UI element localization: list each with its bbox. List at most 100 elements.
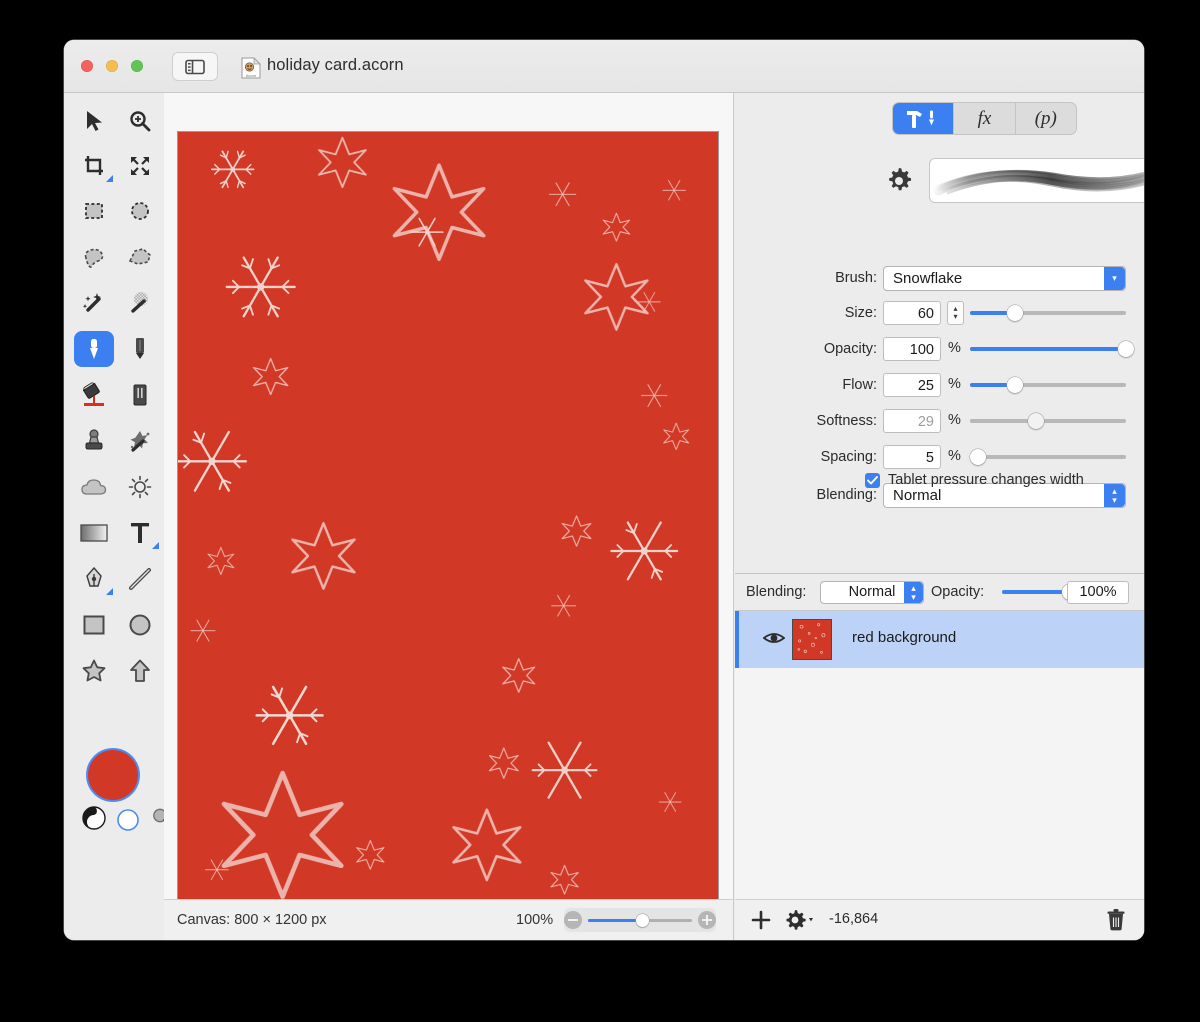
dodge-burn-tool[interactable] <box>120 469 160 505</box>
opacity-input[interactable]: 100 <box>883 337 941 361</box>
tab-palette[interactable]: (p) <box>1016 103 1076 134</box>
plus-icon[interactable] <box>749 908 773 932</box>
flow-input[interactable]: 25 <box>883 373 941 397</box>
zoom-slider-control[interactable] <box>564 908 716 932</box>
eraser-tool[interactable] <box>120 377 160 413</box>
spacing-row: Spacing: 5 % <box>735 445 1144 473</box>
line-tool[interactable] <box>120 561 160 597</box>
pencil-tool[interactable] <box>120 331 160 367</box>
spacing-slider[interactable] <box>969 449 1126 465</box>
sidebar-icon <box>185 59 205 74</box>
layer-blending-select[interactable]: Normal ▴ ▾ <box>820 581 924 604</box>
layer-opacity-value[interactable]: 100% <box>1067 581 1129 604</box>
tab-fx[interactable]: fx <box>954 103 1016 134</box>
clone-stamp-tool[interactable] <box>74 423 114 459</box>
opacity-slider-fill <box>970 347 1126 351</box>
softness-input[interactable]: 29 <box>883 409 941 433</box>
size-stepper[interactable]: ▴ ▾ <box>947 301 964 325</box>
foreground-color-swatch[interactable] <box>88 750 138 800</box>
size-label: Size: <box>844 305 877 321</box>
opacity-slider-knob[interactable] <box>1118 341 1134 357</box>
gear-dropdown-icon[interactable] <box>783 908 817 932</box>
trash-icon[interactable] <box>1106 908 1126 932</box>
instant-alpha-tool[interactable] <box>120 285 160 321</box>
zoom-tool[interactable] <box>120 103 160 139</box>
tool-variant-badge <box>106 175 113 182</box>
zoom-out-icon[interactable] <box>564 911 582 929</box>
paint-bucket-tool[interactable] <box>74 377 114 413</box>
move-tool[interactable] <box>74 103 114 139</box>
brush-select[interactable]: Snowflake ▾ <box>883 266 1126 291</box>
flow-slider-knob[interactable] <box>1007 377 1024 393</box>
size-row: Size: 60 ▴ ▾ <box>735 301 1144 329</box>
arrow-pointer-icon <box>87 111 102 131</box>
document-title: holiday card.acorn <box>267 56 404 74</box>
zoom-slider-track[interactable] <box>588 913 692 927</box>
chevron-down-icon[interactable]: ▾ <box>1104 267 1125 290</box>
softness-slider[interactable] <box>970 413 1126 429</box>
close-window-button[interactable] <box>81 60 93 72</box>
polygon-select-tool[interactable] <box>120 239 160 275</box>
opacity-row: Opacity: 100 % <box>735 337 1144 365</box>
chevron-up-down-icon[interactable]: ▴ ▾ <box>904 582 923 603</box>
softness-unit: % <box>948 412 961 428</box>
paint-bucket-icon <box>82 382 104 406</box>
spacing-input[interactable]: 5 <box>883 445 941 469</box>
half-circle-icon[interactable] <box>82 806 106 830</box>
sidebar-toggle-button[interactable] <box>172 52 218 81</box>
size-slider-knob[interactable] <box>1007 305 1024 321</box>
lasso-tool[interactable] <box>74 239 114 275</box>
zoom-percent-label: 100% <box>516 912 554 928</box>
layer-name-label[interactable]: red background <box>852 629 956 646</box>
eye-icon[interactable] <box>763 630 785 646</box>
rectangular-select-tool[interactable] <box>74 193 114 229</box>
svg-text:Acorn: Acorn <box>246 73 256 78</box>
background-color-swatch[interactable] <box>116 808 140 832</box>
gradient-tool[interactable] <box>74 515 114 551</box>
flow-slider[interactable] <box>970 377 1126 393</box>
layer-opacity-fill <box>1002 590 1070 594</box>
image-canvas[interactable] <box>177 131 719 899</box>
opacity-slider[interactable] <box>970 341 1134 357</box>
size-slider[interactable] <box>970 305 1126 321</box>
layer-thumbnail[interactable] <box>792 619 832 660</box>
arrow-shape-tool[interactable] <box>120 653 160 689</box>
rectangle-shape-tool[interactable] <box>74 607 114 643</box>
flow-label: Flow: <box>842 377 877 393</box>
softness-slider-knob[interactable] <box>1027 413 1044 429</box>
softness-row: Softness: 29 % <box>735 409 1144 437</box>
layer-list-empty-area[interactable] <box>735 668 1144 899</box>
elliptical-select-tool[interactable] <box>120 193 160 229</box>
tablet-pressure-checkbox[interactable] <box>865 473 880 488</box>
zoom-slider-knob[interactable] <box>636 913 650 927</box>
smudge-tool[interactable] <box>120 423 160 459</box>
app-window: Acorn holiday card.acorn Canvas: 800 × 1… <box>64 40 1144 940</box>
spacing-slider-knob[interactable] <box>969 449 986 465</box>
zoom-slider-fill <box>588 918 643 922</box>
marquee-ellipse-icon <box>131 202 149 220</box>
inspector-tab-group[interactable]: fx (p) <box>892 102 1077 135</box>
blur-tool[interactable] <box>74 469 114 505</box>
canvas-scroll-view[interactable] <box>164 93 733 899</box>
brush-stroke-graphic <box>933 169 1144 196</box>
layer-opacity-slider[interactable] <box>1002 584 1078 600</box>
gear-icon[interactable] <box>884 166 914 196</box>
text-t-icon <box>131 523 149 543</box>
maximize-window-button[interactable] <box>131 60 143 72</box>
magic-wand-tool[interactable] <box>74 285 114 321</box>
transform-tool[interactable] <box>120 148 160 184</box>
canvas-artwork <box>178 132 718 899</box>
table-row[interactable]: red background <box>735 611 1144 668</box>
crop-tool[interactable] <box>74 148 114 184</box>
zoom-in-icon[interactable] <box>698 911 716 929</box>
ellipse-shape-tool[interactable] <box>120 607 160 643</box>
star-shape-tool[interactable] <box>74 653 114 689</box>
bezier-pen-tool[interactable] <box>74 561 114 597</box>
minimize-window-button[interactable] <box>106 60 118 72</box>
move-arrows-icon <box>131 157 149 175</box>
size-input[interactable]: 60 <box>883 301 941 325</box>
brush-tool[interactable] <box>74 331 114 367</box>
tab-tool-options[interactable] <box>893 103 955 134</box>
text-tool[interactable] <box>120 515 160 551</box>
document-icon: Acorn <box>241 57 261 79</box>
